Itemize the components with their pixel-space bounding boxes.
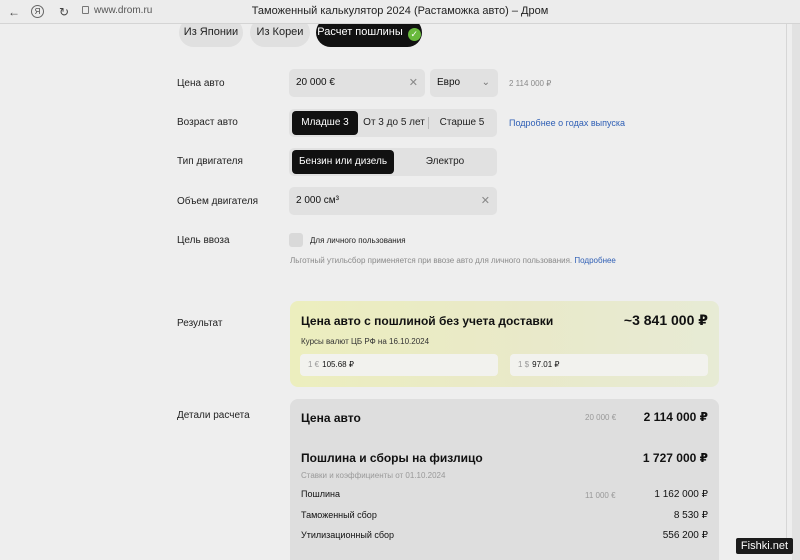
price-input[interactable]: 20 000 € ✕ [289,69,425,97]
page-border [786,24,787,544]
clear-icon[interactable]: ✕ [409,69,418,97]
clear-icon[interactable]: ✕ [481,187,490,215]
duties-title: Пошлина и сборы на физлицо [301,451,483,465]
purpose-note: Льготный утильсбор применяется при ввозе… [290,256,616,265]
age-option-3to5-label: От 3 до 5 лет [363,117,425,128]
tab-japan-label: Из Японии [183,26,239,38]
details-card: Цена авто 20 000 € 2 114 000 ₽ Пошлина и… [290,399,719,560]
engine-option-fuel-label: Бензин или дизель [298,156,388,167]
tab-duty-calc[interactable]: Расчет пошлины ✓ [316,24,422,47]
purpose-note-link[interactable]: Подробнее [574,256,616,265]
currency-select[interactable]: Евро ⌄ [430,69,498,97]
price-value: 20 000 € [296,77,335,88]
details-label: Детали расчета [177,410,250,421]
age-option-under3-label: Младше 3 [301,117,349,128]
age-option-3to5[interactable]: От 3 до 5 лет [361,109,427,137]
result-title: Цена авто с пошлиной без учета доставки [301,314,554,328]
car-price-title: Цена авто [301,411,361,425]
duties-total: 1 727 000 ₽ [642,451,708,465]
result-label: Результат [177,318,223,329]
page-content: Из Японии Из Кореи Расчет пошлины ✓ Цена … [0,24,800,560]
engine-segmented: Бензин или дизель Электро [289,148,497,176]
volume-value: 2 000 см³ [296,195,340,206]
duty-row-label: Пошлина [301,489,340,499]
usd-rate: 97.01 ₽ [532,360,560,369]
age-label: Возраст авто [177,117,238,128]
customs-fee-value: 8 530 ₽ [673,510,708,521]
volume-label: Объем двигателя [177,196,259,207]
engine-option-fuel[interactable]: Бензин или дизель [292,150,394,174]
browser-toolbar: ← Я ↻ www.drom.ru Таможенный калькулятор… [0,0,800,24]
eur-rate-box: 1 €105.68 ₽ [300,354,498,376]
engine-label: Тип двигателя [177,156,243,167]
personal-use-checkbox[interactable] [289,233,303,247]
customs-fee-label: Таможенный сбор [301,510,377,520]
price-converted: 2 114 000 ₽ [509,79,552,88]
page-tab-title: Таможенный калькулятор 2024 (Растаможка … [251,5,549,17]
recycling-fee-label: Утилизационный сбор [301,530,395,540]
watermark: Fishki.net [735,538,793,554]
purpose-note-text: Льготный утильсбор применяется при ввозе… [290,256,573,265]
car-price-eur: 20 000 € [585,413,617,422]
duty-row-eur: 11 000 € [585,491,616,500]
personal-use-label[interactable]: Для личного пользования [310,236,406,245]
tab-japan[interactable]: Из Японии [179,24,243,47]
rates-note: Курсы валют ЦБ РФ на 16.10.2024 [301,337,430,346]
tab-korea-label: Из Кореи [256,26,304,38]
engine-option-electric[interactable]: Электро [395,148,495,176]
scrollbar[interactable] [792,24,800,560]
recycling-fee-value: 556 200 ₽ [662,530,708,541]
price-label: Цена авто [177,78,225,89]
result-card: Цена авто с пошлиной без учета доставки … [290,301,719,387]
chevron-down-icon: ⌄ [481,77,490,88]
car-price-rub: 2 114 000 ₽ [643,410,708,424]
duty-row-value: 1 162 000 ₽ [654,489,708,500]
usd-rate-box: 1 $97.01 ₽ [510,354,708,376]
eur-prefix: 1 € [308,360,320,369]
result-total: ~3 841 000 ₽ [623,312,708,328]
usd-prefix: 1 $ [518,360,530,369]
age-option-over5-label: Старше 5 [439,117,485,128]
tab-duty-calc-label: Расчет пошлины [317,26,403,38]
age-option-over5[interactable]: Старше 5 [429,109,495,137]
eur-rate: 105.68 ₽ [322,360,354,369]
purpose-label: Цель ввоза [177,235,230,246]
age-option-under3[interactable]: Младше 3 [292,111,358,135]
engine-option-electric-label: Электро [425,156,465,167]
age-segmented: Младше 3 От 3 до 5 лет Старше 5 [289,109,497,137]
age-years-link[interactable]: Подробнее о годах выпуска [509,118,625,128]
check-icon: ✓ [407,28,421,41]
currency-value: Евро [437,77,461,88]
tab-korea[interactable]: Из Кореи [250,24,310,47]
rates-date: Ставки и коэффициенты от 01.10.2024 [301,471,446,480]
volume-input[interactable]: 2 000 см³ ✕ [289,187,497,215]
